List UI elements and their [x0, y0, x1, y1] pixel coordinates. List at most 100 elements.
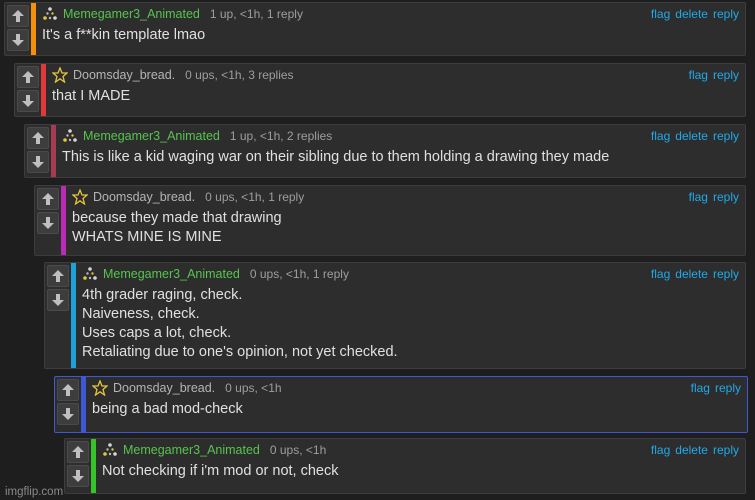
username-link[interactable]: Doomsday_bread. [73, 68, 175, 82]
comment-stats: 0 ups, <1h [225, 381, 282, 395]
reply-link[interactable]: reply [715, 381, 741, 395]
dot-triangle-icon [42, 6, 58, 22]
comment-text: Not checking if i'm mod or not, check [102, 463, 339, 479]
username-link[interactable]: Memegamer3_Animated [63, 7, 200, 21]
comment-text: being a bad mod-check [92, 401, 243, 417]
comment-body: Memegamer3_Animated 0 ups, <1h flag dele… [102, 439, 739, 493]
upvote-button[interactable] [27, 127, 49, 149]
flag-link[interactable]: flag [689, 68, 708, 82]
upvote-button[interactable] [67, 441, 89, 463]
vote-controls [65, 439, 91, 493]
username-link[interactable]: Memegamer3_Animated [83, 129, 220, 143]
arrow-up-icon [42, 193, 54, 205]
delete-link[interactable]: delete [675, 129, 708, 143]
downvote-button[interactable] [27, 151, 49, 173]
comment-text: that I MADE [52, 88, 131, 104]
comment-actions: flag delete reply [651, 7, 739, 21]
arrow-down-icon [62, 408, 74, 420]
downvote-button[interactable] [37, 212, 59, 234]
comment: Memegamer3_Animated 1 up, <1h, 2 replies… [24, 124, 746, 178]
comment-body: Doomsday_bread. 0 ups, <1h flag reply be… [92, 377, 741, 432]
comment: Doomsday_bread. 0 ups, <1h, 3 replies fl… [14, 63, 746, 117]
downvote-button[interactable] [7, 29, 29, 51]
dot-triangle-icon [62, 128, 78, 144]
vote-controls [35, 186, 61, 255]
vote-controls [45, 263, 71, 368]
dot-triangle-icon [102, 442, 118, 458]
arrow-down-icon [12, 34, 24, 46]
upvote-button[interactable] [47, 265, 69, 287]
comment-body: Memegamer3_Animated 1 up, <1h, 2 replies… [62, 125, 739, 177]
delete-link[interactable]: delete [675, 7, 708, 21]
flag-link[interactable]: flag [651, 267, 670, 281]
depth-stripe [91, 439, 96, 493]
comment: Memegamer3_Animated 0 ups, <1h flag dele… [64, 438, 746, 494]
comment-body: Doomsday_bread. 0 ups, <1h, 3 replies fl… [52, 64, 739, 116]
downvote-button[interactable] [67, 465, 89, 487]
username-link[interactable]: Doomsday_bread. [93, 190, 195, 204]
comment-actions: flag reply [689, 190, 739, 204]
reply-link[interactable]: reply [713, 267, 739, 281]
comment: Doomsday_bread. 0 ups, <1h, 1 reply flag… [34, 185, 746, 256]
comment-meta: Memegamer3_Animated 0 ups, <1h flag dele… [102, 439, 739, 461]
reply-link[interactable]: reply [713, 7, 739, 21]
upvote-button[interactable] [57, 379, 79, 401]
downvote-button[interactable] [47, 289, 69, 311]
vote-controls [55, 377, 81, 432]
comment-body: Doomsday_bread. 0 ups, <1h, 1 reply flag… [72, 186, 739, 255]
upvote-button[interactable] [37, 188, 59, 210]
comment-actions: flag reply [689, 68, 739, 82]
depth-stripe [61, 186, 66, 255]
flag-link[interactable]: flag [651, 443, 670, 457]
vote-controls [25, 125, 51, 177]
star-icon [92, 380, 108, 396]
flag-link[interactable]: flag [691, 381, 710, 395]
comment-stats: 0 ups, <1h, 1 reply [249, 267, 349, 281]
delete-link[interactable]: delete [675, 267, 708, 281]
comment-body: Memegamer3_Animated 0 ups, <1h, 1 reply … [82, 263, 739, 368]
comment-stats: 1 up, <1h, 2 replies [229, 129, 333, 143]
star-icon [52, 67, 68, 83]
vote-controls [15, 64, 41, 116]
arrow-up-icon [52, 270, 64, 282]
arrow-up-icon [22, 71, 34, 83]
depth-stripe [51, 125, 56, 177]
dot-triangle-icon [82, 266, 98, 282]
username-link[interactable]: Memegamer3_Animated [103, 267, 240, 281]
vote-controls [5, 3, 31, 55]
comment-meta: Memegamer3_Animated 1 up, <1h, 2 replies… [62, 125, 739, 147]
flag-link[interactable]: flag [689, 190, 708, 204]
upvote-button[interactable] [17, 66, 39, 88]
comment-meta: Doomsday_bread. 0 ups, <1h flag reply [92, 377, 741, 399]
comment-actions: flag delete reply [651, 129, 739, 143]
depth-stripe [71, 263, 76, 368]
flag-link[interactable]: flag [651, 129, 670, 143]
username-link[interactable]: Doomsday_bread. [113, 381, 215, 395]
comment-meta: Doomsday_bread. 0 ups, <1h, 3 replies fl… [52, 64, 739, 86]
comment-stats: 0 ups, <1h, 3 replies [185, 68, 294, 82]
comment: Memegamer3_Animated 0 ups, <1h, 1 reply … [44, 262, 746, 369]
star-icon [72, 189, 88, 205]
arrow-up-icon [62, 384, 74, 396]
comment: Memegamer3_Animated 1 up, <1h, 1 reply f… [4, 2, 746, 56]
reply-link[interactable]: reply [713, 190, 739, 204]
downvote-button[interactable] [57, 403, 79, 425]
comment: Doomsday_bread. 0 ups, <1h flag reply be… [54, 376, 748, 433]
comment-actions: flag reply [691, 381, 741, 395]
arrow-up-icon [32, 132, 44, 144]
arrow-down-icon [22, 95, 34, 107]
downvote-button[interactable] [17, 90, 39, 112]
arrow-down-icon [32, 156, 44, 168]
comment-actions: flag delete reply [651, 443, 739, 457]
comment-stats: 0 ups, <1h, 1 reply [205, 190, 305, 204]
reply-link[interactable]: reply [713, 68, 739, 82]
flag-link[interactable]: flag [651, 7, 670, 21]
delete-link[interactable]: delete [675, 443, 708, 457]
reply-link[interactable]: reply [713, 129, 739, 143]
depth-stripe [81, 377, 86, 432]
comment-text: This is like a kid waging war on their s… [62, 149, 610, 165]
reply-link[interactable]: reply [713, 443, 739, 457]
arrow-down-icon [52, 294, 64, 306]
username-link[interactable]: Memegamer3_Animated [123, 443, 260, 457]
upvote-button[interactable] [7, 5, 29, 27]
